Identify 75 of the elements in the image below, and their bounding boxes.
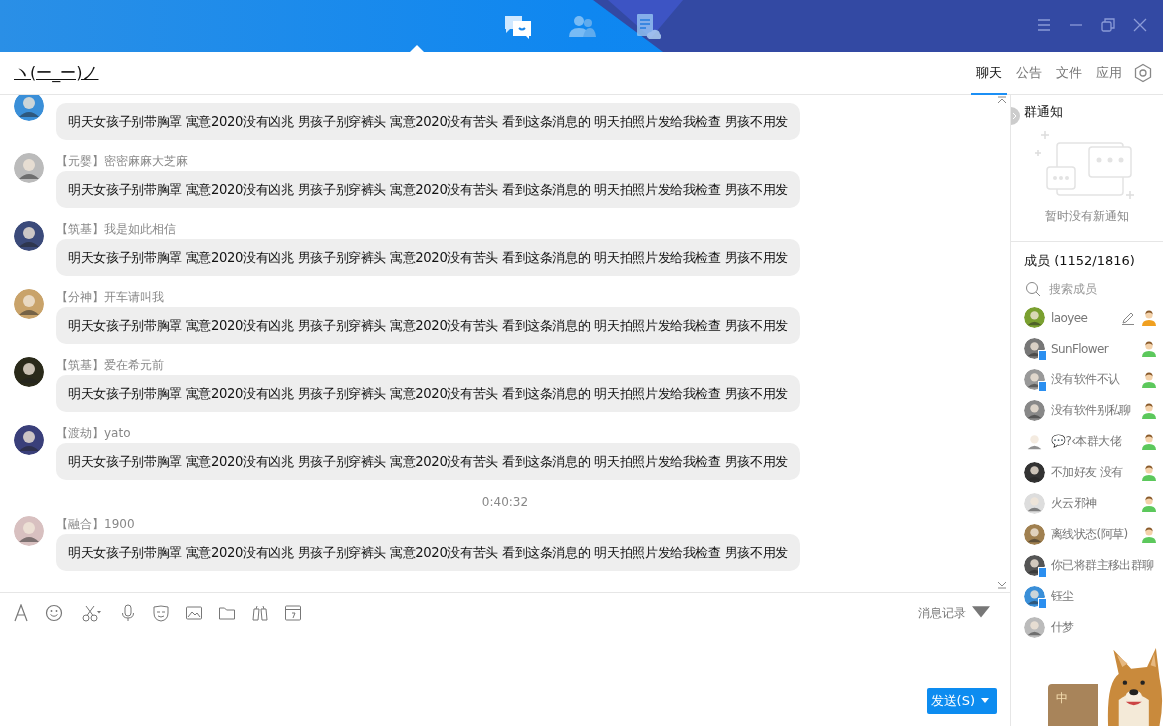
tab[interactable]: 聊天: [971, 51, 1007, 95]
message-bubble: 明天女孩子别带胸罩 寓意2020没有凶兆 男孩子别穿裤头 寓意2020没有苦头 看到这条消息的 明天拍照片发给我检查 男孩不用发: [56, 171, 800, 208]
member-person-icon: [1141, 371, 1157, 388]
tab[interactable]: 公告: [1011, 51, 1047, 95]
member-item[interactable]: 没有软件别私聊: [1011, 395, 1163, 426]
member-person-icon: [1141, 495, 1157, 512]
search-icon: [1025, 281, 1041, 297]
members-title: 成员 (1152/1816): [1023, 252, 1136, 270]
pencil-icon[interactable]: [1121, 310, 1135, 325]
ime-status-bar[interactable]: 中: [1048, 684, 1098, 726]
image-icon[interactable]: [185, 604, 203, 622]
member-person-icon: [1141, 340, 1157, 357]
member-avatar: [1024, 400, 1045, 421]
sender-name[interactable]: 【筑基】爱在希元前: [56, 355, 800, 375]
message-bubble: 明天女孩子别带胸罩 寓意2020没有凶兆 男孩子别穿裤头 寓意2020没有苦头 看到这条消息的 明天拍照片发给我检查 男孩不用发: [56, 534, 800, 571]
avatar: [14, 357, 44, 387]
message-history-link[interactable]: 消息记录: [912, 603, 996, 623]
tab[interactable]: 应用: [1091, 51, 1127, 95]
emoji-icon[interactable]: [45, 604, 63, 622]
member-item[interactable]: 没有软件不认: [1011, 364, 1163, 395]
member-person-icon: [1141, 464, 1157, 481]
member-item[interactable]: 💬?‹本群大佬: [1011, 426, 1163, 457]
close-icon[interactable]: [1131, 16, 1149, 34]
member-item[interactable]: laoyee: [1011, 302, 1163, 333]
member-avatar: [1024, 462, 1045, 483]
member-person-icon: [1141, 526, 1157, 543]
member-person-icon: [1141, 433, 1157, 450]
message-bubble: 明天女孩子别带胸罩 寓意2020没有凶兆 男孩子别穿裤头 寓意2020没有苦头 看到这条消息的 明天拍照片发给我检查 男孩不用发: [56, 375, 800, 412]
avatar: [14, 221, 44, 251]
message-bubble: 明天女孩子别带胸罩 寓意2020没有凶兆 男孩子别穿裤头 寓意2020没有苦头 看到这条消息的 明天拍照片发给我检查 男孩不用发: [56, 307, 800, 344]
notice-title: 群通知: [1024, 103, 1063, 121]
empty-notice-text: 暂时没有新通知: [1044, 209, 1130, 225]
scroll-top-icon[interactable]: [996, 95, 1008, 105]
avatar: [14, 425, 44, 455]
send-button[interactable]: 发送(S): [926, 688, 997, 714]
member-avatar: [1024, 617, 1045, 638]
mask-icon[interactable]: [152, 604, 170, 622]
gift-icon[interactable]: [251, 604, 269, 622]
microphone-icon[interactable]: [119, 604, 137, 622]
member-person-icon: [1141, 402, 1157, 419]
settings-icon[interactable]: [1133, 63, 1153, 83]
sender-name[interactable]: 【渡劫】yato: [56, 423, 800, 443]
avatar: [14, 289, 44, 319]
message-bubble: 明天女孩子别带胸罩 寓意2020没有凶兆 男孩子别穿裤头 寓意2020没有苦头 看到这条消息的 明天拍照片发给我检查 男孩不用发: [56, 443, 800, 480]
message-bubble: 明天女孩子别带胸罩 寓意2020没有凶兆 男孩子别穿裤头 寓意2020没有苦头 看到这条消息的 明天拍照片发给我检查 男孩不用发: [56, 103, 800, 140]
sender-name[interactable]: 【筑基】我是如此相信: [56, 219, 800, 239]
calendar-icon[interactable]: [284, 604, 302, 622]
folder-icon[interactable]: [218, 604, 236, 622]
sender-name[interactable]: 【分神】开车请叫我: [56, 287, 800, 307]
group-title[interactable]: ヽ(ー_ー)ノ: [14, 62, 967, 84]
tab[interactable]: 文件: [1051, 51, 1087, 95]
member-item[interactable]: 你已将群主移出群聊: [1011, 550, 1163, 581]
avatar: [14, 95, 44, 121]
menu-icon[interactable]: [1035, 16, 1053, 34]
avatar: [14, 153, 44, 183]
message-bubble: 明天女孩子别带胸罩 寓意2020没有凶兆 男孩子别穿裤头 寓意2020没有苦头 看到这条消息的 明天拍照片发给我检查 男孩不用发: [56, 239, 800, 276]
member-item[interactable]: SunFlower: [1011, 333, 1163, 364]
tab-pointer: [410, 45, 424, 52]
admin-person-icon: [1141, 309, 1157, 326]
font-icon[interactable]: [12, 604, 30, 622]
member-avatar: [1024, 307, 1045, 328]
member-avatar: [1024, 524, 1045, 545]
scroll-bottom-icon[interactable]: [996, 580, 1008, 590]
avatar: [14, 516, 44, 546]
member-avatar: [1024, 493, 1045, 514]
restore-icon[interactable]: [1099, 16, 1117, 34]
member-item[interactable]: 不加好友 没有: [1011, 457, 1163, 488]
member-item[interactable]: 离线状态(阿草): [1011, 519, 1163, 550]
member-item[interactable]: 钰尘: [1011, 581, 1163, 612]
sender-name[interactable]: 【元婴】密密麻麻大芝麻: [56, 151, 800, 171]
member-item[interactable]: 火云邪神: [1011, 488, 1163, 519]
member-item[interactable]: 什梦: [1011, 612, 1163, 643]
sender-name[interactable]: 【融合】1900: [56, 514, 800, 534]
timestamp: 0:40:32: [480, 494, 530, 511]
caret-icon: [981, 698, 989, 704]
